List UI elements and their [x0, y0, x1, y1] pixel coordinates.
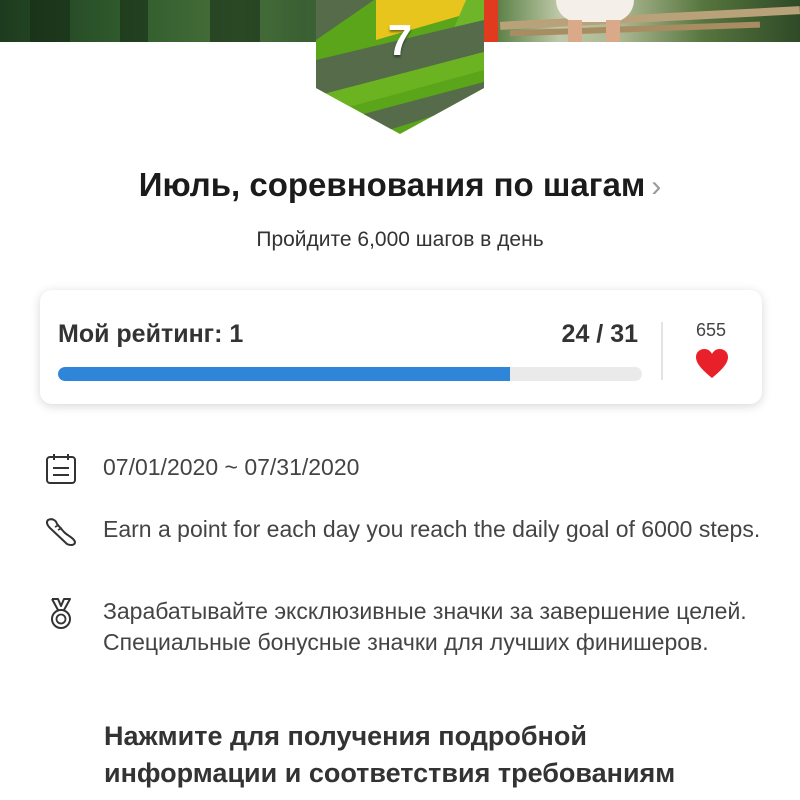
progress-bar-fill: [58, 367, 511, 381]
progress-bar: [58, 367, 642, 381]
medal-icon: [51, 598, 71, 629]
likes-count: 655: [695, 320, 727, 340]
details-link[interactable]: Нажмите для получения подробной информац…: [104, 718, 754, 792]
heart-icon[interactable]: [695, 348, 729, 380]
rating-card[interactable]: Мой рейтинг: 1 24 / 31 655: [40, 290, 762, 404]
sneaker-icon: [45, 518, 76, 547]
challenge-subtitle: Пройдите 6,000 шагов в день: [256, 228, 544, 251]
challenge-title-link[interactable]: Июль, соревнования по шагам ›: [0, 166, 800, 204]
badges-description: Зарабатывайте эксклюзивные значки за зав…: [103, 598, 747, 655]
rank-label: Мой рейтинг: 1: [58, 320, 244, 348]
chevron-right-icon: ›: [651, 170, 662, 203]
points-description: Earn a point for each day you reach the …: [103, 516, 761, 542]
calendar-icon: [46, 454, 76, 484]
challenge-badge: 7: [316, 0, 484, 134]
badge-number: 7: [387, 16, 413, 65]
challenge-dates: 07/01/2020 ~ 07/31/2020: [103, 454, 360, 480]
card-divider: [661, 322, 663, 380]
progress-count: 24 / 31: [561, 320, 638, 348]
challenge-title: Июль, соревнования по шагам: [138, 166, 646, 203]
